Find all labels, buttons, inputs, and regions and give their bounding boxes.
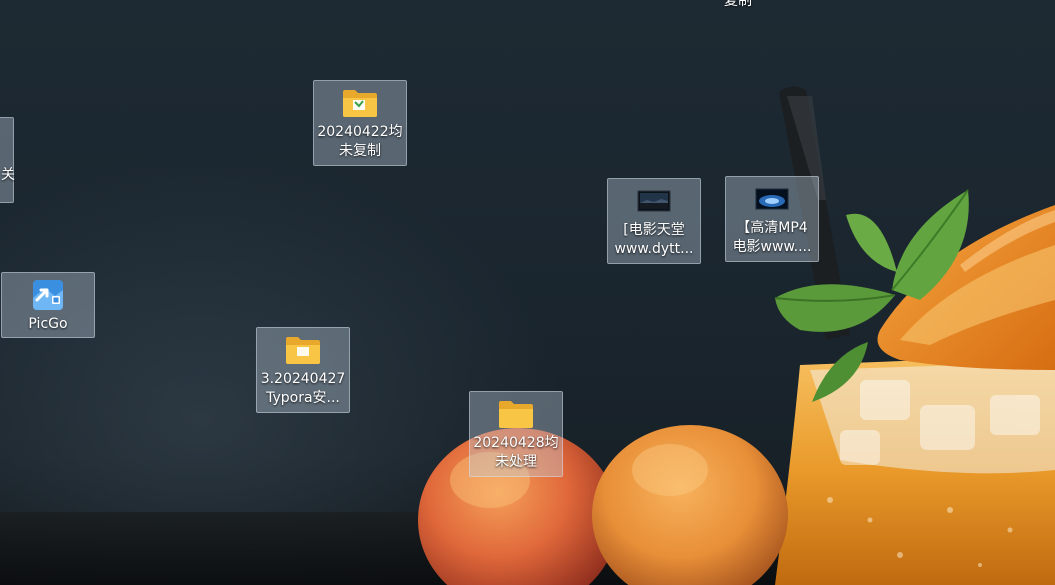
video-thumbnail-icon bbox=[753, 182, 791, 216]
picgo-icon bbox=[29, 278, 67, 312]
partial-desktop-icon-label[interactable]: 复制 bbox=[724, 0, 752, 10]
folder-icon bbox=[497, 397, 535, 431]
desktop-icon-label: 20240428均 未处理 bbox=[473, 435, 559, 470]
desktop-icon-folder-3-20240427[interactable]: 3.20240427 Typora安... bbox=[256, 327, 350, 413]
desktop-icon-folder-20240428[interactable]: 20240428均 未处理 bbox=[469, 391, 563, 477]
folder-icon bbox=[284, 333, 322, 367]
partial-desktop-icon[interactable]: 关 bbox=[0, 117, 15, 203]
desktop-background: 复制 关 20240422均 未复制 PicGo 3.20240427 Typo… bbox=[0, 0, 1055, 585]
desktop-icon-label: PicGo bbox=[28, 316, 68, 332]
video-thumbnail-icon bbox=[635, 184, 673, 218]
partial-desktop-icon-label: 关 bbox=[1, 167, 15, 183]
desktop-icon-picgo[interactable]: PicGo bbox=[1, 272, 95, 338]
desktop-icon-video-dytt[interactable]: [电影天堂 www.dytt... bbox=[607, 178, 701, 264]
folder-icon bbox=[341, 86, 379, 120]
desktop-icon-label: 【高清MP4 电影www.... bbox=[732, 220, 812, 255]
wallpaper-image bbox=[0, 86, 1055, 585]
desktop-icon-video-hd-mp4[interactable]: 【高清MP4 电影www.... bbox=[725, 176, 819, 262]
desktop-icon-label: 3.20240427 Typora安... bbox=[260, 371, 346, 406]
desktop-icon-label: 20240422均 未复制 bbox=[317, 124, 403, 159]
desktop-icon-label: [电影天堂 www.dytt... bbox=[614, 222, 694, 257]
desktop-icon-folder-20240422[interactable]: 20240422均 未复制 bbox=[313, 80, 407, 166]
